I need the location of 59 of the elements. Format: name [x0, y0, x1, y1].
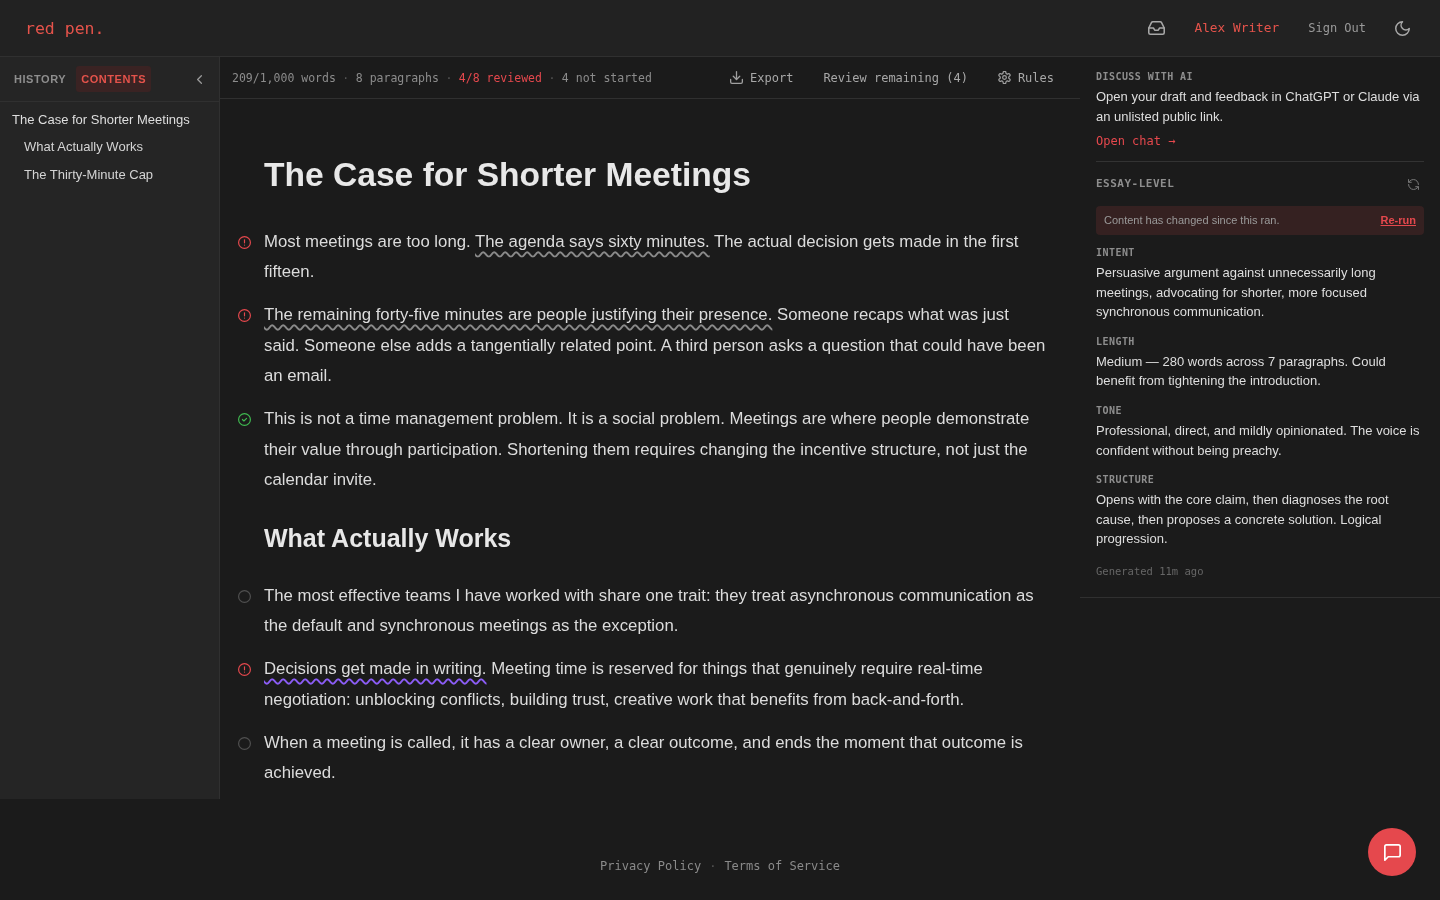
paragraph: The remaining forty-five minutes are people justifying their presence. Someone recaps what was just said. Someone else adds a tangentially related point. A third person asks a question that could have been an email. — [264, 304, 1047, 388]
paragraph: Decisions get made in writing. Meeting time is reserved for things that genuinely require real-time negotiation: unblocking conflicts, building trust, creative work that benefits from back-and-forth. — [264, 658, 984, 711]
sidebar-tab[interactable]: CONTENTS — [76, 66, 152, 92]
chevron-left-icon[interactable] — [197, 74, 202, 84]
description-text: Opens with the core claim, then diagnoses the root cause, then proposes a concrete solution. Logical progression. — [1096, 491, 1390, 549]
separator: · — [709, 857, 717, 874]
outline-item[interactable]: The Thirty-Minute Cap — [0, 160, 219, 188]
separator: · — [342, 70, 350, 85]
description-text: Professional, direct, and mildly opinionated. The voice is confident without being preachy. — [1096, 422, 1421, 460]
footer-link[interactable]: Privacy Policy — [600, 857, 702, 874]
generated-time: Generated 11m ago — [1096, 563, 1205, 578]
section-label: TONE — [1096, 404, 1123, 419]
stat-text: 209/1,000 words — [232, 70, 336, 85]
stat-text: 4/8 reviewed — [458, 70, 542, 85]
section-label: DISCUSS WITH AI — [1096, 70, 1195, 84]
description-text: Medium — 280 words across 7 paragraphs. Could benefit from tightening the introduction. — [1096, 352, 1387, 391]
user-name-link[interactable]: Alex Writer — [1194, 19, 1280, 37]
alert-circle-icon[interactable] — [238, 235, 251, 249]
description-text: Persuasive argument against unnecessarily long meetings, advocating for shorter, more focused synchronous communication. — [1096, 264, 1377, 321]
paragraph: This is not a time management problem. It is a social problem. Meetings are where people demonstrate their value through participation. Shortening them requires changing the incentive structure, not just the calendar invite. — [264, 408, 1031, 492]
gear-icon — [997, 71, 1011, 84]
section-label: STRUCTURE — [1096, 473, 1156, 488]
moon-icon[interactable] — [1395, 20, 1410, 36]
notice-text: Content has changed since this ran. — [1104, 213, 1280, 228]
annotated-phrase[interactable]: The agenda says sixty minutes. — [475, 231, 710, 258]
paragraph: When a meeting is called, it has a clear owner, a clear outcome, and ends the moment that outcome is achieved. — [264, 731, 1024, 785]
chat-button[interactable] — [1368, 828, 1416, 876]
section-label: INTENT — [1096, 246, 1136, 260]
alert-circle-icon[interactable] — [238, 663, 251, 677]
document-title: The Case for Shorter Meetings — [264, 155, 752, 195]
sidebar-tab[interactable]: HISTORY — [9, 66, 72, 92]
rules-button[interactable]: Rules — [989, 65, 1062, 90]
chat-bubble-icon — [1383, 843, 1401, 861]
open-chat-link[interactable]: Open chat → — [1096, 133, 1424, 149]
sign-out-button[interactable]: Sign Out — [1308, 19, 1366, 37]
refresh-icon[interactable] — [1408, 178, 1419, 190]
stat-text: 8 paragraphs — [355, 70, 439, 85]
inbox-icon[interactable] — [1148, 21, 1166, 35]
outline-item[interactable]: The Case for Shorter Meetings — [0, 105, 219, 133]
paragraph: Most meetings are too long. The agenda says sixty minutes. The actual decision gets made in the first fifteen. — [264, 230, 1020, 284]
rerun-link[interactable]: Re-run — [1380, 213, 1416, 228]
description-text: Open your draft and feedback in ChatGPT or Claude via an unlisted public link. — [1096, 88, 1421, 126]
footer-link[interactable]: Terms of Service — [724, 857, 840, 874]
logo[interactable]: red pen. — [25, 18, 105, 38]
alert-circle-icon[interactable] — [238, 309, 251, 322]
annotated-phrase[interactable]: The remaining forty-five minutes are people justifying their presence. — [264, 305, 773, 331]
check-circle-icon[interactable] — [238, 413, 251, 427]
paragraph: The most effective teams I have worked with share one trait: they treat asynchronous communication as the default and synchronous meetings as the exception. — [264, 584, 1035, 638]
separator: · — [445, 70, 453, 85]
separator: · — [548, 70, 556, 85]
export-button[interactable]: Export — [722, 65, 802, 90]
review-button[interactable]: Review remaining (4) — [815, 65, 976, 90]
outline-item[interactable]: What Actually Works — [0, 133, 219, 161]
download-icon — [730, 71, 743, 84]
stat-text: 4 not started — [561, 70, 652, 85]
section-label: ESSAY-LEVEL — [1096, 177, 1175, 191]
annotated-phrase[interactable]: Decisions get made in writing. — [264, 659, 487, 686]
section-heading: What Actually Works — [264, 523, 513, 554]
section-label: LENGTH — [1096, 334, 1136, 349]
